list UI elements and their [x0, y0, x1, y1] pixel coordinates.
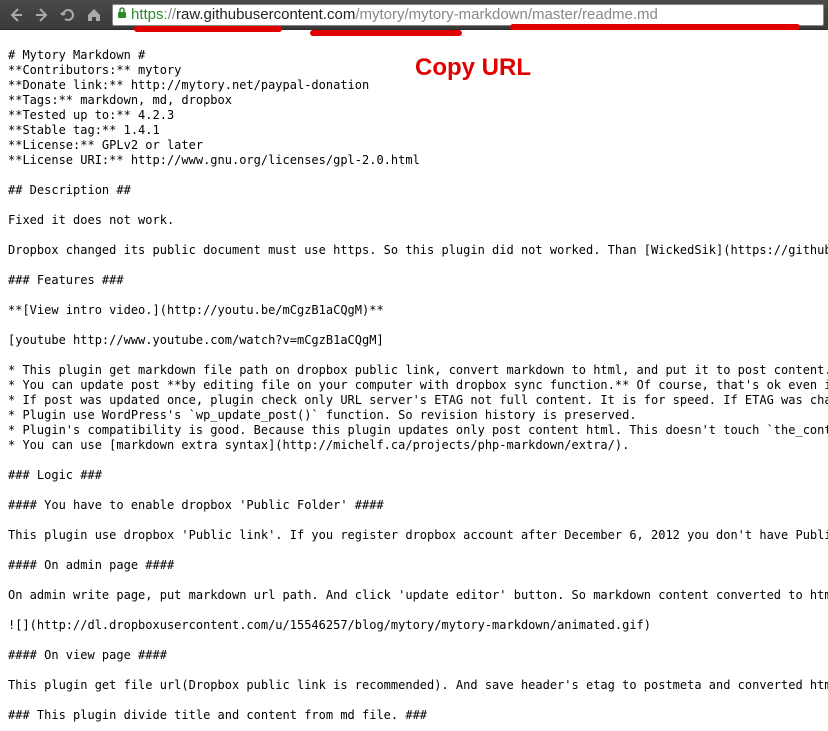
red-underline: [134, 26, 282, 32]
text-line: This plugin use dropbox 'Public link'. I…: [8, 528, 828, 542]
text-line: ### Features ###: [8, 273, 124, 287]
red-underline: [310, 30, 462, 36]
text-line: On admin write page, put markdown url pa…: [8, 588, 828, 602]
text-line: * If post was updated once, plugin check…: [8, 393, 828, 407]
page-content: # Mytory Markdown # **Contributors:** my…: [0, 40, 828, 731]
home-icon: [86, 7, 102, 23]
copy-url-annotation: Copy URL: [415, 54, 531, 82]
text-line: ### Logic ###: [8, 468, 102, 482]
text-line: #### On admin page ####: [8, 558, 174, 572]
text-line: ## Description ##: [8, 183, 131, 197]
text-line: #### You have to enable dropbox 'Public …: [8, 498, 384, 512]
text-line: ### This plugin divide title and content…: [8, 708, 427, 722]
reload-icon: [60, 7, 76, 23]
url-bar[interactable]: https://raw.githubusercontent.com/mytory…: [112, 4, 824, 26]
text-line: Dropbox changed its public document must…: [8, 243, 828, 257]
url-scheme: https: [131, 6, 164, 23]
text-line: **Contributors:** mytory: [8, 63, 181, 77]
lock-icon: [117, 7, 127, 22]
url-path: /mytory/mytory-markdown/master/readme.md: [355, 6, 658, 23]
url-host: raw.githubusercontent.com: [176, 6, 355, 23]
red-underline: [510, 24, 800, 30]
url-sep: ://: [164, 6, 177, 23]
text-line: * Plugin's compatibility is good. Becaus…: [8, 423, 828, 437]
text-line: # Mytory Markdown #: [8, 48, 145, 62]
text-line: [youtube http://www.youtube.com/watch?v=…: [8, 333, 384, 347]
text-line: #### On view page ####: [8, 648, 167, 662]
text-line: ![](http://dl.dropboxusercontent.com/u/1…: [8, 618, 651, 632]
arrow-left-icon: [8, 7, 24, 23]
text-line: **Donate link:** http://mytory.net/paypa…: [8, 78, 369, 92]
text-line: **Tags:** markdown, md, dropbox: [8, 93, 232, 107]
back-button[interactable]: [4, 3, 28, 27]
text-line: **Stable tag:** 1.4.1: [8, 123, 160, 137]
text-line: * This plugin get markdown file path on …: [8, 363, 828, 377]
text-line: Fixed it does not work.: [8, 213, 174, 227]
text-line: **[View intro video.](http://youtu.be/mC…: [8, 303, 384, 317]
text-line: * You can use [markdown extra syntax](ht…: [8, 438, 629, 452]
text-line: * You can update post **by editing file …: [8, 378, 828, 392]
arrow-right-icon: [34, 7, 50, 23]
home-button[interactable]: [82, 3, 106, 27]
text-line: * Plugin use WordPress's `wp_update_post…: [8, 408, 637, 422]
forward-button[interactable]: [30, 3, 54, 27]
text-line: **License URI:** http://www.gnu.org/lice…: [8, 153, 420, 167]
text-line: **License:** GPLv2 or later: [8, 138, 203, 152]
reload-button[interactable]: [56, 3, 80, 27]
text-line: This plugin get file url(Dropbox public …: [8, 678, 828, 692]
annotation-underlines: [0, 26, 828, 40]
text-line: **Tested up to:** 4.2.3: [8, 108, 174, 122]
